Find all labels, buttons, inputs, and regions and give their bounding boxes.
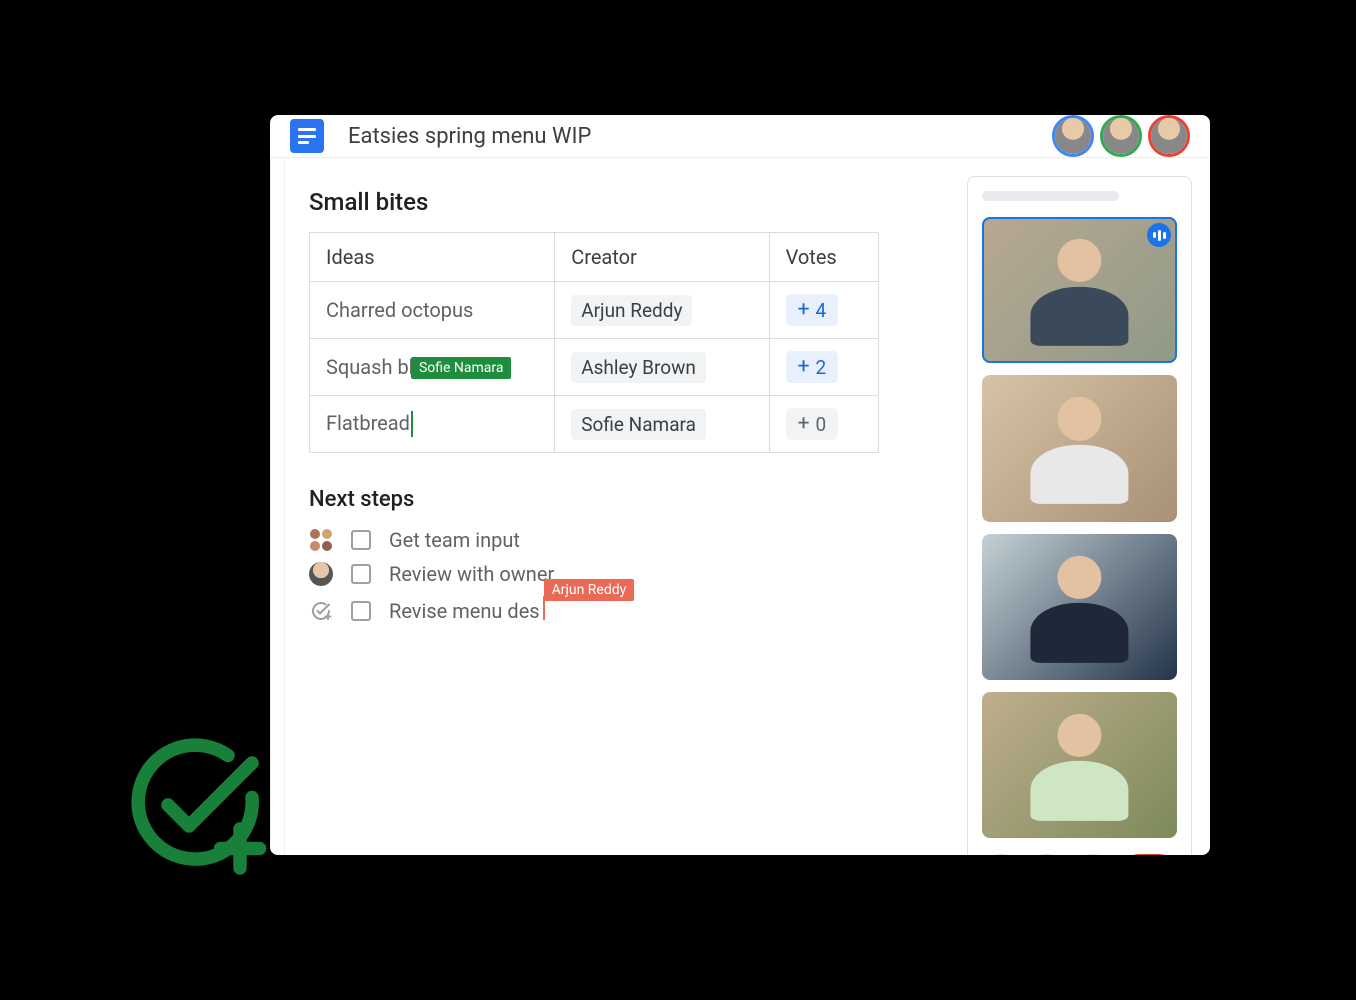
task-text[interactable]: Revise menu des Arjun Reddy xyxy=(389,596,545,625)
col-ideas[interactable]: Ideas xyxy=(310,233,555,282)
doc-title[interactable]: Eatsies spring menu WIP xyxy=(348,124,1052,149)
mic-button[interactable] xyxy=(983,854,1019,855)
avatar-collaborator-1[interactable] xyxy=(1052,115,1094,157)
meet-tile-participant-3[interactable] xyxy=(982,534,1177,680)
cursor-label-sofie: Sofie Namara xyxy=(411,357,512,379)
table-row[interactable]: Flatbread Sofie Namara Sofie Namara +0 xyxy=(310,396,879,453)
vote-chip[interactable]: +0 xyxy=(786,408,839,440)
creator-chip[interactable]: Ashley Brown xyxy=(571,352,706,383)
page-margin xyxy=(271,158,285,855)
meet-controls xyxy=(982,854,1177,855)
heading-next-steps[interactable]: Next steps xyxy=(309,487,939,512)
app-window: Eatsies spring menu WIP Small bites Idea… xyxy=(270,115,1210,855)
plus-icon: + xyxy=(798,355,810,379)
edit-cursor-green xyxy=(411,411,413,437)
plus-icon: + xyxy=(798,298,810,322)
document-canvas[interactable]: Small bites Ideas Creator Votes Charred … xyxy=(270,158,967,855)
checkbox[interactable] xyxy=(351,564,371,584)
meet-title-placeholder xyxy=(982,191,1119,201)
cursor-label-arjun: Arjun Reddy xyxy=(544,579,635,601)
avatar-collaborator-2[interactable] xyxy=(1100,115,1142,157)
header-bar: Eatsies spring menu WIP xyxy=(270,115,1210,158)
idea-cell[interactable]: Flatbread Sofie Namara xyxy=(310,396,555,453)
checkbox[interactable] xyxy=(351,530,371,550)
meet-tile-participant-1[interactable] xyxy=(982,217,1177,363)
plus-icon: + xyxy=(798,412,810,436)
speaking-indicator-icon xyxy=(1147,223,1171,247)
task-row[interactable]: Get team input xyxy=(309,528,939,552)
meet-side-panel xyxy=(967,176,1192,855)
table-row[interactable]: Charred octopus Arjun Reddy +4 xyxy=(310,282,879,339)
meet-tile-participant-2[interactable] xyxy=(982,375,1177,521)
task-text[interactable]: Review with owner xyxy=(389,562,554,586)
decorative-check-plus-icon xyxy=(120,730,270,880)
heading-small-bites[interactable]: Small bites xyxy=(309,188,939,216)
camera-button[interactable] xyxy=(1029,854,1065,855)
owner-avatar-icon xyxy=(309,562,333,586)
revise-check-plus-icon xyxy=(309,599,333,623)
collaborator-avatars xyxy=(1052,115,1190,157)
task-text[interactable]: Get team input xyxy=(389,528,520,552)
col-creator[interactable]: Creator xyxy=(555,233,769,282)
avatar-collaborator-3[interactable] xyxy=(1148,115,1190,157)
checkbox[interactable] xyxy=(351,601,371,621)
creator-chip[interactable]: Sofie Namara xyxy=(571,409,706,440)
team-icon xyxy=(309,528,333,552)
hang-up-button[interactable] xyxy=(1121,854,1177,855)
creator-chip[interactable]: Arjun Reddy xyxy=(571,295,692,326)
meet-tile-participant-4[interactable] xyxy=(982,692,1177,838)
more-options-button[interactable] xyxy=(1075,854,1111,855)
docs-app-icon xyxy=(290,119,324,153)
table-row[interactable]: Squash blossoms Ashley Brown +2 xyxy=(310,339,879,396)
col-votes[interactable]: Votes xyxy=(769,233,878,282)
vote-chip[interactable]: +4 xyxy=(786,294,839,326)
ideas-table[interactable]: Ideas Creator Votes Charred octopus Arju… xyxy=(309,232,879,453)
vote-chip[interactable]: +2 xyxy=(786,351,839,383)
idea-cell[interactable]: Charred octopus xyxy=(310,282,555,339)
task-row[interactable]: Revise menu des Arjun Reddy xyxy=(309,596,939,625)
